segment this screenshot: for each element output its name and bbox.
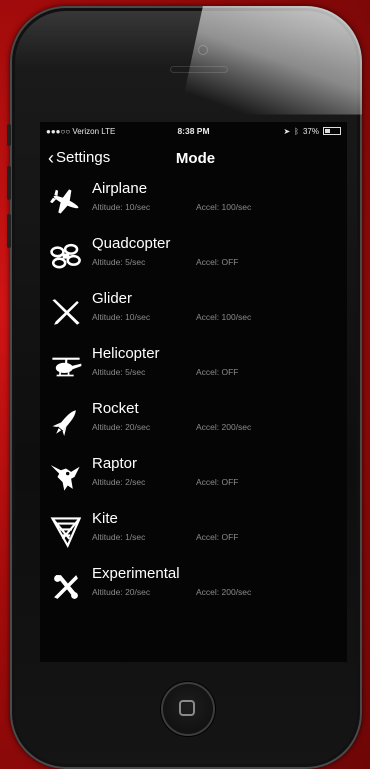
mode-name: Quadcopter [92,235,171,252]
quadcopter-icon [40,235,92,279]
mode-row-airplane[interactable]: Airplane Altitude: 10/sec Accel: 100/sec [40,176,347,231]
accel-rate: Accel: 100/sec [196,312,252,322]
accel-rate: Accel: OFF [196,367,239,377]
accel-rate: Accel: 200/sec [196,422,252,432]
altitude-rate: Altitude: 5/sec [92,257,146,267]
accel-rate: Accel: 100/sec [196,202,252,212]
home-button[interactable] [161,682,215,736]
mode-name: Rocket [92,400,139,417]
accel-rate: Accel: OFF [196,477,239,487]
experimental-icon [40,565,92,609]
altitude-rate: Altitude: 5/sec [92,367,146,377]
earpiece-speaker [170,66,228,73]
helicopter-icon [40,345,92,389]
battery-icon [323,127,341,135]
altitude-rate: Altitude: 20/sec [92,422,151,432]
accel-rate: Accel: OFF [196,257,239,267]
mode-row-rocket[interactable]: Rocket Altitude: 20/sec Accel: 200/sec [40,396,347,451]
accel-rate: Accel: OFF [196,532,239,542]
mute-switch[interactable] [7,124,11,146]
altitude-rate: Altitude: 10/sec [92,202,151,212]
accel-rate: Accel: 200/sec [196,587,252,597]
volume-up-button[interactable] [7,166,11,200]
mode-row-glider[interactable]: Glider Altitude: 10/sec Accel: 100/sec [40,286,347,341]
mode-row-raptor[interactable]: Raptor Altitude: 2/sec Accel: OFF [40,451,347,506]
mode-name: Glider [92,290,133,307]
mode-row-helicopter[interactable]: Helicopter Altitude: 5/sec Accel: OFF [40,341,347,396]
altitude-rate: Altitude: 2/sec [92,477,146,487]
page-title: Mode [175,150,216,167]
mode-name: Helicopter [92,345,160,362]
mode-row-quadcopter[interactable]: Quadcopter Altitude: 5/sec Accel: OFF [40,231,347,286]
altitude-rate: Altitude: 1/sec [92,532,146,542]
navigation-bar: ‹ Settings Mode [40,140,347,176]
status-time: 8:38 PM [177,126,210,136]
kite-icon [40,510,92,554]
phone-screen: ●●●○○ Verizon LTE 8:38 PM ➤ ᛒ 37% ‹ Sett… [40,122,347,662]
status-bar: ●●●○○ Verizon LTE 8:38 PM ➤ ᛒ 37% [40,122,347,140]
mode-name: Kite [92,510,118,527]
glider-icon [40,290,92,334]
mode-row-kite[interactable]: Kite Altitude: 1/sec Accel: OFF [40,506,347,561]
mode-name: Experimental [92,565,180,582]
mode-name: Raptor [92,455,138,472]
raptor-icon [40,455,92,499]
rocket-icon [40,400,92,444]
mode-list: Airplane Altitude: 10/sec Accel: 100/sec … [40,176,347,616]
mode-row-experimental[interactable]: Experimental Altitude: 20/sec Accel: 200/… [40,561,347,616]
mode-name: Airplane [92,180,148,197]
home-square-icon [179,700,195,716]
volume-down-button[interactable] [7,214,11,248]
airplane-icon [40,180,92,224]
front-camera [199,46,207,54]
altitude-rate: Altitude: 10/sec [92,312,151,322]
altitude-rate: Altitude: 20/sec [92,587,151,597]
